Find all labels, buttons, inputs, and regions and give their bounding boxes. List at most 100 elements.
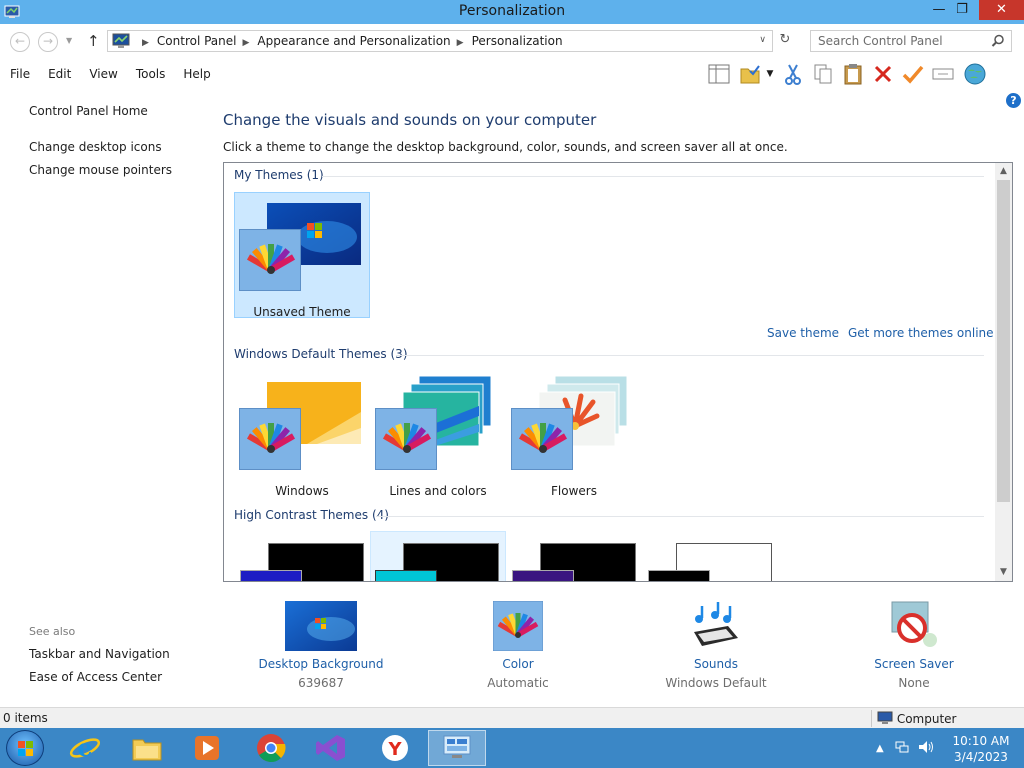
option-title[interactable]: Desktop Background — [231, 657, 411, 671]
rename-button[interactable] — [928, 61, 958, 87]
refresh-button[interactable]: ↻ — [776, 32, 794, 50]
breadcrumb-control-panel[interactable]: Control Panel — [157, 34, 237, 48]
title-bar: Personalization — ❐ ✕ — [0, 0, 1024, 24]
address-bar[interactable]: ▶ Control Panel ▶ Appearance and Personaliz… — [107, 30, 773, 52]
maximize-button[interactable]: ❐ — [947, 0, 977, 20]
status-bar: 0 items Computer — [0, 707, 1024, 728]
taskbar-yandex[interactable]: Y — [366, 730, 424, 766]
menu-view[interactable]: View — [89, 67, 117, 81]
chevron-down-icon[interactable]: ∨ — [759, 35, 766, 45]
arrow-up-icon: ↑ — [87, 32, 100, 50]
properties-button[interactable] — [898, 61, 928, 87]
page-description: Click a theme to change the desktop back… — [223, 140, 788, 154]
copy-button[interactable] — [808, 61, 838, 87]
back-button[interactable]: ← — [10, 32, 30, 52]
sounds-option[interactable]: Sounds Windows Default — [626, 600, 806, 690]
left-navigation-pane: Control Panel Home Change desktop icons … — [0, 90, 210, 707]
desktop-background-icon — [285, 601, 357, 651]
network-icon[interactable] — [895, 740, 909, 754]
search-box[interactable] — [810, 30, 1012, 52]
theme-tile-flowers[interactable]: Flowers — [506, 371, 642, 498]
theme-tile-high-contrast-2[interactable] — [370, 531, 506, 581]
scroll-thumb[interactable] — [997, 180, 1010, 502]
color-swatch — [375, 570, 437, 581]
close-button[interactable]: ✕ — [979, 0, 1024, 20]
layout-pane-button[interactable] — [704, 61, 734, 87]
ease-of-access-link[interactable]: Ease of Access Center — [29, 670, 162, 684]
search-icon[interactable] — [991, 34, 1005, 48]
breadcrumb-personalization[interactable]: Personalization — [472, 34, 563, 48]
taskbar-file-explorer[interactable] — [118, 730, 176, 766]
theme-tile-unsaved[interactable]: Unsaved Theme — [234, 192, 370, 319]
menu-tools[interactable]: Tools — [136, 67, 166, 81]
volume-icon[interactable] — [918, 740, 934, 754]
screen-saver-option[interactable]: Screen Saver None — [824, 600, 1004, 690]
change-mouse-pointers-link[interactable]: Change mouse pointers — [29, 163, 172, 177]
status-divider — [871, 710, 872, 727]
save-theme-link[interactable]: Save theme — [767, 326, 839, 340]
option-title[interactable]: Sounds — [626, 657, 806, 671]
scroll-up-icon[interactable]: ▲ — [995, 163, 1012, 180]
scissors-icon — [785, 64, 801, 85]
theme-tile-high-contrast-1[interactable] — [234, 533, 370, 581]
cut-button[interactable] — [778, 61, 808, 87]
color-option[interactable]: Color Automatic — [428, 600, 608, 690]
computer-icon — [877, 711, 893, 724]
rename-field-icon — [932, 68, 954, 80]
chrome-icon — [257, 734, 286, 763]
taskbar-chrome[interactable] — [242, 730, 300, 766]
arrow-right-icon: → — [42, 34, 54, 48]
taskbar-media-player[interactable] — [178, 730, 236, 766]
chevron-right-icon[interactable]: ▶ — [457, 38, 464, 48]
chevron-down-icon[interactable]: ▼ — [767, 69, 774, 79]
theme-tile-high-contrast-3[interactable] — [506, 533, 642, 581]
group-divider — [322, 176, 984, 177]
paste-button[interactable] — [838, 61, 868, 87]
taskbar-visual-studio[interactable] — [302, 730, 360, 766]
option-title[interactable]: Screen Saver — [824, 657, 1004, 671]
change-desktop-icons-link[interactable]: Change desktop icons — [29, 140, 162, 154]
status-location: Computer — [877, 711, 956, 726]
visual-studio-icon — [316, 735, 345, 761]
control-panel-home-link[interactable]: Control Panel Home — [29, 104, 148, 118]
search-input[interactable] — [811, 31, 981, 51]
start-button[interactable] — [6, 730, 44, 766]
option-title[interactable]: Color — [428, 657, 608, 671]
breadcrumb-appearance[interactable]: Appearance and Personalization — [257, 34, 450, 48]
theme-tile-high-contrast-4[interactable] — [642, 533, 778, 581]
chevron-right-icon[interactable]: ▶ — [142, 38, 149, 48]
menu-file[interactable]: File — [10, 67, 30, 81]
scroll-down-icon[interactable]: ▼ — [995, 564, 1012, 581]
delete-button[interactable] — [868, 61, 898, 87]
yandex-browser-icon: Y — [382, 735, 408, 761]
checkmark-icon — [902, 65, 924, 84]
chevron-right-icon[interactable]: ▶ — [243, 38, 250, 48]
window-title: Personalization — [458, 3, 566, 19]
folder-options-button[interactable]: ▼ — [734, 61, 778, 87]
control-panel-icon — [443, 735, 471, 758]
up-button[interactable]: ↑ — [87, 32, 100, 50]
taskbar-clock[interactable]: 10:10 AM 3/4/2023 — [946, 733, 1016, 765]
forward-button[interactable]: → — [38, 32, 58, 52]
taskbar-navigation-link[interactable]: Taskbar and Navigation — [29, 647, 170, 661]
show-hidden-icons-icon[interactable]: ▲ — [876, 743, 884, 754]
theme-tile-windows[interactable]: Windows — [234, 371, 370, 498]
help-icon[interactable]: ? — [1006, 93, 1021, 108]
menu-help[interactable]: Help — [183, 67, 210, 81]
group-divider — [376, 516, 984, 517]
menu-edit[interactable]: Edit — [48, 67, 71, 81]
color-swatch — [240, 570, 302, 581]
desktop-background-option[interactable]: Desktop Background 639687 — [231, 600, 411, 690]
svg-text:Y: Y — [387, 739, 402, 760]
theme-list-scrollbar[interactable]: ▲ ▼ — [995, 163, 1012, 581]
recent-locations-dropdown[interactable]: ▼ — [66, 36, 72, 45]
theme-tile-lines-and-colors[interactable]: Lines and colors — [370, 371, 506, 498]
taskbar-internet-explorer[interactable]: e — [56, 730, 114, 766]
high-contrast-header: High Contrast Themes (4) — [234, 508, 389, 522]
globe-button[interactable] — [958, 61, 992, 87]
clock-time: 10:10 AM — [952, 734, 1010, 748]
taskbar-control-panel[interactable] — [428, 730, 486, 766]
color-swatch — [648, 570, 710, 581]
get-more-themes-link[interactable]: Get more themes online — [848, 326, 994, 340]
menu-bar: File Edit View Tools Help ▼ — [0, 58, 1024, 90]
